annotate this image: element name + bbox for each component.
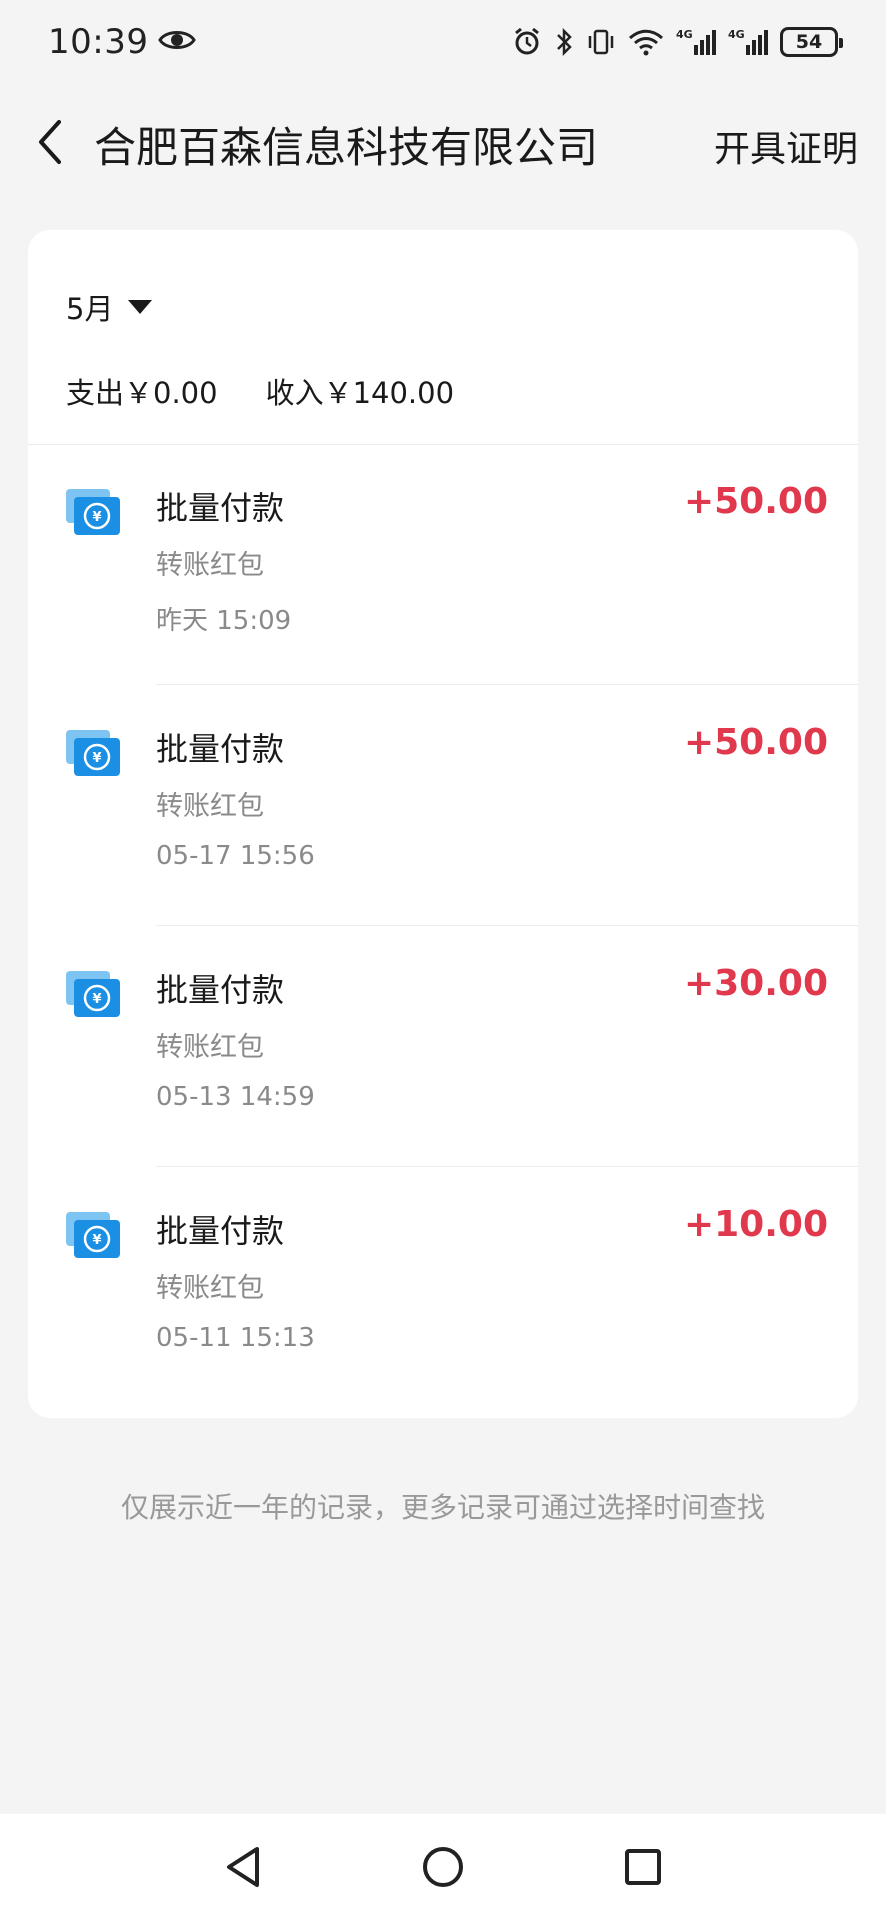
- transaction-title: 批量付款: [156, 730, 285, 768]
- signal-4g-icon: 4G: [728, 27, 768, 57]
- transaction-row[interactable]: ¥ 批量付款 转账红包 05-13 14:59 +30.00: [28, 927, 858, 1167]
- divider: [156, 684, 858, 685]
- status-time: 10:39: [48, 22, 149, 62]
- records-footnote: 仅展示近一年的记录，更多记录可通过选择时间查找: [120, 1491, 765, 1524]
- svg-text:¥: ¥: [92, 1233, 101, 1248]
- status-bar: 10:39 4G 4G 54: [0, 0, 886, 84]
- signal-4g-icon: 4G: [676, 27, 716, 57]
- svg-text:4G: 4G: [728, 28, 745, 41]
- transaction-amount: +10.00: [683, 1204, 828, 1245]
- transaction-time: 昨天 15:09: [156, 606, 292, 636]
- nav-back-button[interactable]: [218, 1842, 268, 1892]
- transfer-yuan-icon: ¥: [64, 487, 122, 537]
- month-selector[interactable]: 5月: [66, 286, 153, 328]
- eye-icon: [158, 27, 197, 57]
- income-summary: 收入￥140.00: [265, 376, 455, 410]
- triangle-back-icon: [227, 1847, 259, 1887]
- transaction-amount: +30.00: [683, 963, 828, 1004]
- alarm-icon: [512, 27, 542, 57]
- vibrate-icon: [586, 27, 616, 57]
- divider: [156, 1166, 858, 1167]
- svg-text:¥: ¥: [92, 751, 101, 766]
- transaction-subtitle: 转账红包: [156, 550, 264, 581]
- nav-recents-button[interactable]: [618, 1842, 668, 1892]
- caret-down-icon: [128, 300, 153, 314]
- transaction-time: 05-13 14:59: [156, 1082, 315, 1112]
- month-label: 5月: [66, 292, 114, 326]
- transfer-yuan-icon: ¥: [64, 1210, 122, 1260]
- page-title: 合肥百森信息科技有限公司: [94, 123, 599, 172]
- transaction-row[interactable]: ¥ 批量付款 转账红包 05-11 15:13 +10.00: [28, 1168, 858, 1408]
- battery-indicator: 54: [780, 27, 843, 57]
- app-header: 合肥百森信息科技有限公司 开具证明: [0, 100, 886, 184]
- status-left: 10:39: [48, 22, 197, 62]
- transaction-amount: +50.00: [683, 722, 828, 763]
- circle-home-icon: [423, 1847, 463, 1887]
- transaction-time: 05-11 15:13: [156, 1323, 315, 1353]
- transaction-subtitle: 转账红包: [156, 791, 264, 822]
- transaction-title: 批量付款: [156, 1212, 285, 1250]
- divider: [156, 925, 858, 926]
- chevron-left-icon: [39, 120, 61, 164]
- svg-text:4G: 4G: [676, 28, 693, 41]
- transaction-time: 05-17 15:56: [156, 841, 315, 871]
- transaction-subtitle: 转账红包: [156, 1273, 264, 1304]
- transactions-card: 5月 支出￥0.00 收入￥140.00 ¥ 批量付款 转账红包 昨天 15:0…: [28, 230, 858, 1418]
- transfer-yuan-icon: ¥: [64, 969, 122, 1019]
- status-right: 4G 4G 54: [512, 27, 843, 57]
- svg-text:¥: ¥: [92, 510, 101, 525]
- transaction-row[interactable]: ¥ 批量付款 转账红包 昨天 15:09 +50.00: [28, 445, 858, 685]
- back-button[interactable]: [26, 118, 74, 166]
- system-nav-bar: [0, 1814, 886, 1920]
- wifi-icon: [628, 27, 664, 57]
- transaction-subtitle: 转账红包: [156, 1032, 264, 1063]
- bluetooth-icon: [554, 27, 574, 57]
- svg-text:¥: ¥: [92, 992, 101, 1007]
- monthly-summary: 支出￥0.00 收入￥140.00: [66, 370, 454, 412]
- expense-summary: 支出￥0.00: [66, 376, 218, 410]
- transaction-title: 批量付款: [156, 971, 285, 1009]
- square-recents-icon: [625, 1849, 661, 1885]
- issue-certificate-button[interactable]: 开具证明: [714, 120, 858, 172]
- transaction-title: 批量付款: [156, 489, 285, 527]
- transaction-row[interactable]: ¥ 批量付款 转账红包 05-17 15:56 +50.00: [28, 686, 858, 926]
- transfer-yuan-icon: ¥: [64, 728, 122, 778]
- transaction-amount: +50.00: [683, 481, 828, 522]
- nav-home-button[interactable]: [418, 1842, 468, 1892]
